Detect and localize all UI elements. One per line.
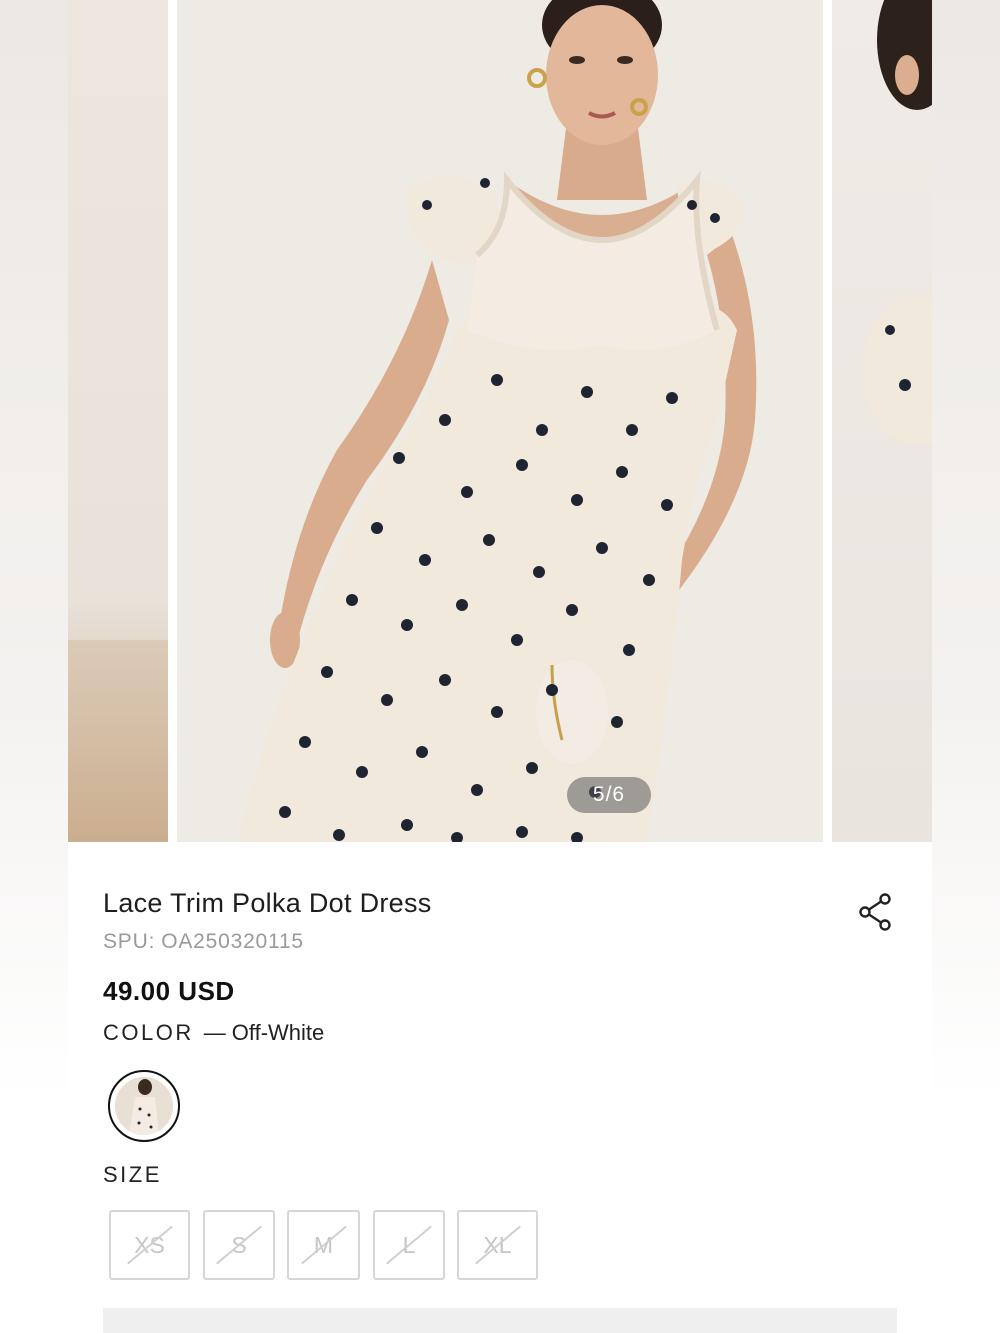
size-option-l[interactable]: L — [373, 1210, 445, 1280]
size-option-m[interactable]: M — [287, 1210, 360, 1280]
product-price: 49.00 USD — [103, 976, 235, 1006]
swatch-thumbnail — [115, 1077, 173, 1135]
product-spu: SPU: OA250320115 — [103, 930, 304, 954]
carousel-slide-next[interactable] — [832, 0, 932, 842]
carousel-slide-current[interactable]: 5/6 — [177, 0, 823, 842]
color-value: Off-White — [231, 1020, 325, 1045]
product-title: Lace Trim Polka Dot Dress — [103, 888, 432, 918]
share-icon — [859, 893, 891, 931]
size-label: SIZE — [103, 1162, 162, 1187]
size-option-s[interactable]: S — [203, 1210, 275, 1280]
color-swatch-off-white[interactable] — [108, 1070, 180, 1142]
carousel-slide-previous[interactable] — [68, 0, 168, 842]
share-button[interactable] — [856, 892, 896, 932]
product-photo — [177, 0, 823, 842]
color-separator: — — [203, 1020, 226, 1045]
bottom-action-bar[interactable] — [103, 1308, 897, 1333]
color-label: COLOR — [103, 1020, 194, 1045]
spu-label: SPU: — [103, 930, 156, 953]
product-info-panel: Lace Trim Polka Dot Dress SPU: OA25032011… — [68, 842, 932, 1333]
size-option-xl[interactable]: XL — [457, 1210, 538, 1280]
spu-value: OA250320115 — [161, 930, 304, 953]
carousel-counter: 5/6 — [567, 777, 651, 813]
product-image-carousel[interactable]: 5/6 — [68, 0, 932, 842]
size-option-xs[interactable]: XS — [109, 1210, 190, 1280]
color-row: COLOR — Off-White — [103, 1020, 324, 1046]
